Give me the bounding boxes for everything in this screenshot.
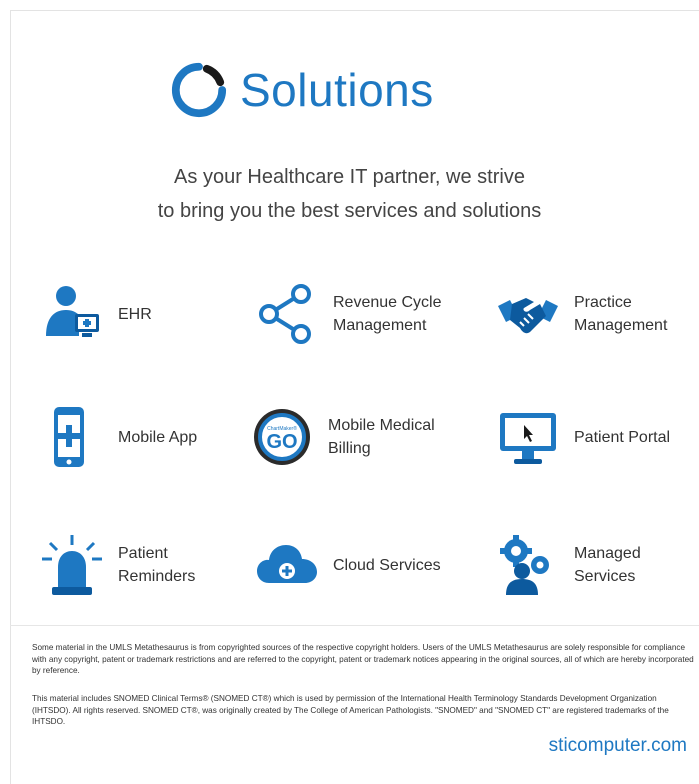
tagline-line-2: to bring you the best services and solut… [157, 200, 542, 222]
service-label: Cloud Services [333, 556, 441, 574]
page-title: Solutions [240, 64, 434, 116]
solutions-logo-icon [171, 62, 227, 118]
footer-divider [10, 625, 699, 626]
gears-user-icon [500, 535, 549, 595]
umls-disclaimer: Some material in the UMLS Metathesaurus … [32, 643, 694, 675]
service-cloud-services[interactable]: Cloud Services [255, 533, 441, 597]
handshake-icon [498, 298, 558, 334]
svg-text:GO: GO [266, 431, 297, 453]
monitor-cursor-icon [500, 413, 556, 464]
mobile-phone-medical-icon [54, 407, 84, 467]
tagline: As your Healthcare IT partner, we strive… [0, 160, 699, 228]
service-label: Patient Reminders [118, 545, 196, 585]
service-label: Patient Portal [574, 428, 671, 446]
cloud-upload-icon [257, 545, 317, 583]
service-label: Mobile Medical Billing [328, 417, 435, 457]
service-label: EHR [118, 305, 152, 323]
ehr-user-computer-icon [46, 286, 99, 337]
service-ehr[interactable]: EHR [40, 282, 152, 346]
share-network-icon [259, 284, 311, 344]
service-label: Revenue Cycle Management [333, 294, 442, 334]
service-patient-reminders[interactable]: Patient Reminders [40, 533, 195, 597]
service-label: Mobile App [118, 428, 198, 446]
service-patient-portal[interactable]: Patient Portal [496, 405, 670, 469]
chartmaker-go-logo-icon: ChartMaker® GO [254, 409, 310, 465]
service-managed-services[interactable]: Managed Services [496, 533, 641, 597]
service-mobile-medical-billing[interactable]: ChartMaker® GO Mobile Medical Billing [250, 405, 435, 469]
service-mobile-app[interactable]: Mobile App [40, 405, 197, 469]
tagline-line-1: As your Healthcare IT partner, we strive [174, 166, 525, 188]
snomed-disclaimer: This material includes SNOMED Clinical T… [32, 694, 669, 726]
service-label: Managed Services [574, 545, 641, 585]
website-link[interactable]: sticomputer.com [549, 735, 687, 757]
service-label: Practice Management [574, 294, 668, 334]
service-practice-management[interactable]: Practice Management [496, 282, 667, 346]
siren-alarm-icon [42, 535, 102, 595]
brand-header: Solutions [170, 55, 434, 125]
service-revenue-cycle-management[interactable]: Revenue Cycle Management [255, 282, 442, 346]
